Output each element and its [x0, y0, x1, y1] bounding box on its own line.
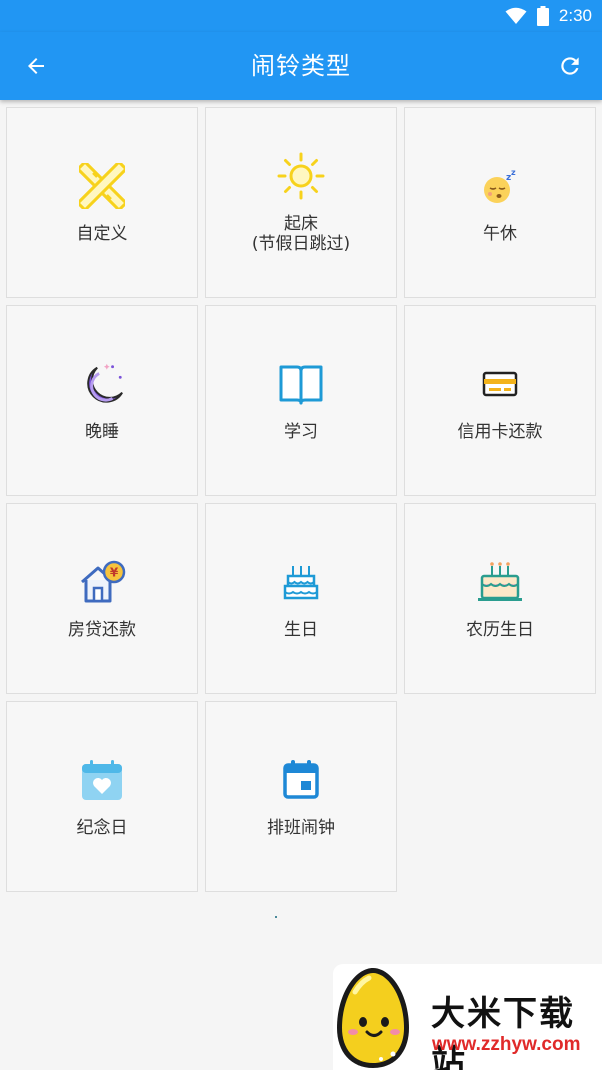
tile-sublabel: (节假日跳过): [251, 233, 351, 254]
tile-label: 房贷还款: [68, 619, 136, 640]
arrow-left-icon: [28, 58, 44, 74]
rice-mascot-icon: [337, 968, 409, 1068]
tile-credit-card[interactable]: 信用卡还款: [404, 305, 596, 496]
sun-icon: [277, 152, 325, 200]
tile-anniversary[interactable]: 纪念日: [6, 701, 198, 892]
tile-label: 晚睡: [85, 421, 119, 442]
svg-text:z: z: [511, 168, 516, 177]
book-icon: [277, 360, 325, 408]
tile-custom[interactable]: 自定义: [6, 107, 198, 298]
lunar-cake-icon: [476, 558, 524, 606]
pencil-ruler-icon: [78, 162, 126, 210]
sleepy-face-icon: z z: [476, 162, 524, 210]
tile-label: 起床: [284, 213, 318, 234]
cake-icon: [277, 558, 325, 606]
svg-text:¥: ¥: [110, 565, 119, 579]
tile-label: 纪念日: [76, 817, 128, 838]
tile-lunar-birthday[interactable]: 农历生日: [404, 503, 596, 694]
page-title: 闹铃类型: [251, 52, 351, 80]
moon-icon: [78, 360, 126, 408]
calendar-icon: [277, 756, 325, 804]
tile-label: 自定义: [76, 223, 128, 244]
alarm-type-grid: 自定义 起床 (节假日跳过) z z 午休 晚睡 学习 信用卡还款 ¥ 房贷还款…: [6, 107, 596, 892]
house-yen-icon: ¥: [78, 558, 126, 606]
status-time: 2:30: [558, 6, 592, 25]
tile-wake-up[interactable]: 起床 (节假日跳过): [205, 107, 397, 298]
tile-mortgage[interactable]: ¥ 房贷还款: [6, 503, 198, 694]
tile-label: 生日: [284, 619, 318, 640]
watermark-url: www.zzhyw.com: [432, 1034, 581, 1055]
refresh-icon: [561, 57, 579, 75]
tile-label: 信用卡还款: [457, 421, 543, 442]
status-icons: 2:30: [505, 5, 592, 27]
refresh-button[interactable]: [556, 52, 584, 80]
watermark: 大米下载站 www.zzhyw.com: [333, 964, 602, 1070]
scroll-indicator: [275, 916, 277, 918]
back-button[interactable]: [22, 52, 50, 80]
tile-late-sleep[interactable]: 晚睡: [6, 305, 198, 496]
app-bar: 闹铃类型: [0, 32, 602, 100]
battery-icon: [536, 6, 549, 26]
tile-shift-alarm[interactable]: 排班闹钟: [205, 701, 397, 892]
tile-label: 午休: [483, 223, 517, 244]
tile-label: 学习: [284, 421, 318, 442]
tile-nap[interactable]: z z 午休: [404, 107, 596, 298]
tile-birthday[interactable]: 生日: [205, 503, 397, 694]
credit-card-icon: [476, 360, 524, 408]
tile-label: 农历生日: [466, 619, 534, 640]
calendar-heart-icon: [78, 756, 126, 804]
wifi-icon: [505, 7, 527, 24]
tile-study[interactable]: 学习: [205, 305, 397, 496]
status-bar: 2:30: [0, 0, 602, 32]
watermark-name: 大米下载站: [431, 994, 575, 1070]
tile-label: 排班闹钟: [267, 817, 335, 838]
